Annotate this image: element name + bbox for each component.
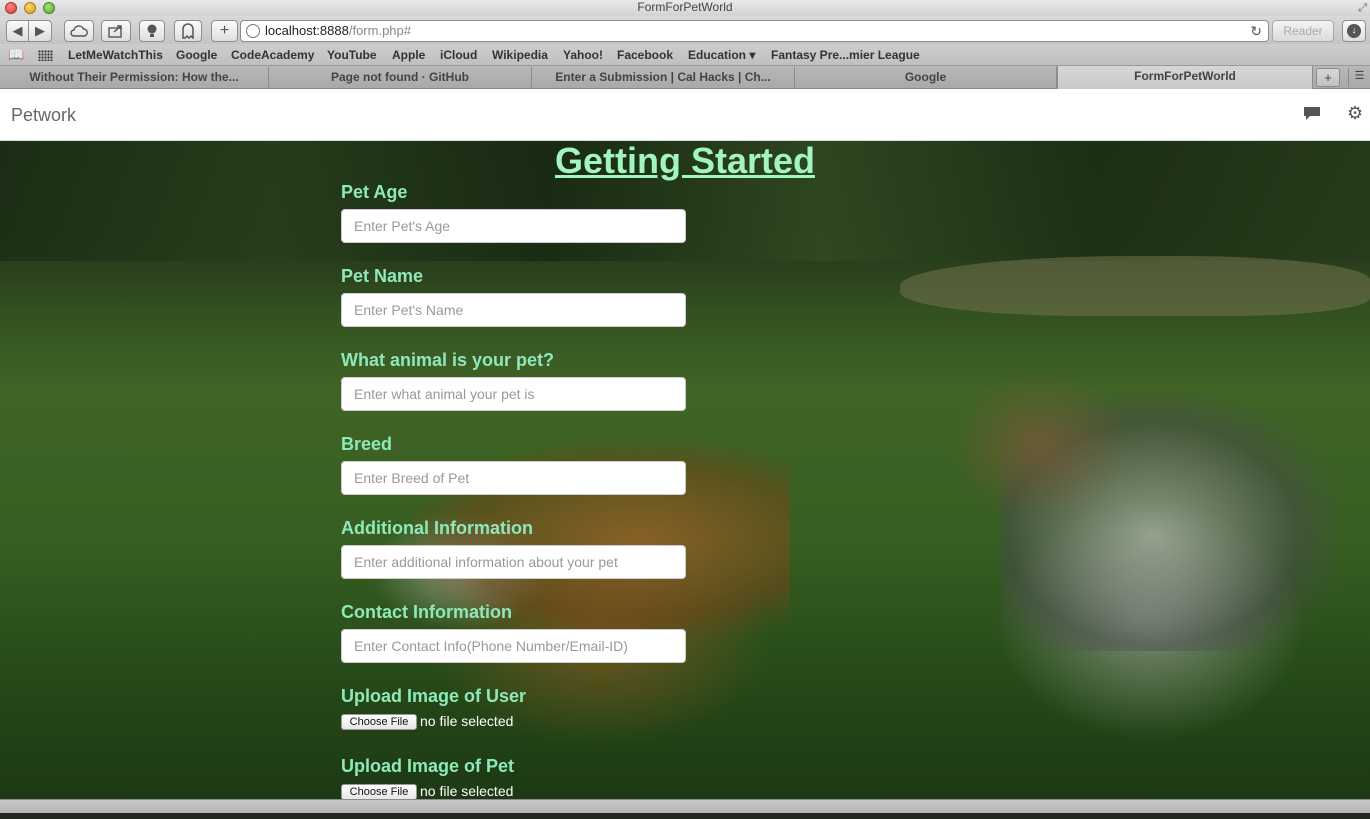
- form-title: Getting Started: [554, 141, 815, 181]
- user-image-status: no file selected: [420, 713, 514, 729]
- brand-logo[interactable]: Petwork: [11, 105, 76, 126]
- window-titlebar: FormForPetWorld ⤢: [0, 0, 1370, 16]
- upload-pet-image-field: Choose File no file selected: [341, 783, 513, 799]
- bookmark-yahoo[interactable]: Yahoo!: [563, 44, 603, 66]
- bookmark-wikipedia[interactable]: Wikipedia: [492, 44, 548, 66]
- contact-info-input[interactable]: [341, 629, 686, 663]
- back-button[interactable]: ◀: [6, 20, 29, 42]
- pet-image-status: no file selected: [420, 783, 514, 799]
- bookmark-codeacademy[interactable]: CodeAcademy: [231, 44, 314, 66]
- tab-cal-hacks[interactable]: Enter a Submission | Cal Hacks | Ch...: [532, 67, 795, 88]
- add-bookmark-button[interactable]: +: [211, 20, 238, 42]
- cloud-icon: [70, 25, 88, 37]
- animal-type-input[interactable]: [341, 377, 686, 411]
- back-icon: ◀: [12, 23, 23, 38]
- ghostery-icon: [182, 23, 194, 39]
- globe-icon: [246, 24, 260, 38]
- contact-info-label: Contact Information: [341, 602, 512, 622]
- bookmark-education-folder[interactable]: Education ▾: [688, 44, 755, 66]
- browser-toolbar: ◀ ▶ + localhost:8888/form.php# ↻ Reader …: [0, 16, 1370, 44]
- tab-github-page-not-found[interactable]: Page not found · GitHub: [269, 67, 532, 88]
- address-bar[interactable]: localhost:8888/form.php# ↻: [240, 20, 1269, 42]
- grid-icon[interactable]: [38, 50, 53, 61]
- downloads-button[interactable]: ↓: [1342, 20, 1366, 42]
- form-hero: Getting Started Pet Age Pet Name What an…: [0, 141, 1370, 799]
- tab-without-their-permission[interactable]: Without Their Permission: How the...: [0, 67, 269, 88]
- close-window-button[interactable]: [5, 2, 17, 14]
- window-title: FormForPetWorld: [637, 0, 733, 14]
- animal-type-label: What animal is your pet?: [341, 350, 555, 370]
- breed-label: Breed: [341, 434, 393, 454]
- bookmark-apple[interactable]: Apple: [392, 44, 425, 66]
- reader-button[interactable]: Reader: [1272, 20, 1334, 42]
- forward-icon: ▶: [35, 23, 45, 38]
- bookmarks-bar: 📖 LetMeWatchThis Google CodeAcademy YouT…: [0, 44, 1370, 66]
- icloud-tabs-button[interactable]: [64, 20, 94, 42]
- pet-name-input[interactable]: [341, 293, 686, 327]
- download-icon: ↓: [1347, 24, 1361, 38]
- pet-age-label: Pet Age: [341, 182, 408, 202]
- minimize-window-button[interactable]: [24, 2, 36, 14]
- bookmark-letmewatchthis[interactable]: LetMeWatchThis: [68, 44, 163, 66]
- chat-icon[interactable]: [1304, 107, 1320, 120]
- tab-bar: Without Their Permission: How the... Pag…: [0, 66, 1370, 89]
- pet-age-input[interactable]: [341, 209, 686, 243]
- tab-google[interactable]: Google: [795, 67, 1057, 88]
- pet-name-label: Pet Name: [341, 266, 424, 286]
- tab-formforpetworld[interactable]: FormForPetWorld: [1057, 66, 1313, 89]
- choose-user-image-button[interactable]: Choose File: [341, 714, 417, 730]
- upload-pet-image-label: Upload Image of Pet: [341, 756, 515, 776]
- bookmark-icloud[interactable]: iCloud: [440, 44, 477, 66]
- upload-user-image-field: Choose File no file selected: [341, 713, 513, 731]
- url-host: localhost:8888: [265, 23, 349, 38]
- site-navbar: Petwork ⚙: [0, 89, 1370, 141]
- extension-bulb-button[interactable]: [139, 20, 165, 42]
- forward-button[interactable]: ▶: [29, 20, 52, 42]
- zoom-window-button[interactable]: [43, 2, 55, 14]
- bookmark-youtube[interactable]: YouTube: [327, 44, 377, 66]
- additional-info-input[interactable]: [341, 545, 686, 579]
- additional-info-label: Additional Information: [341, 518, 533, 538]
- bookmark-facebook[interactable]: Facebook: [617, 44, 673, 66]
- bookmark-fantasy-premier-league[interactable]: Fantasy Pre...mier League: [771, 44, 920, 66]
- reload-icon[interactable]: ↻: [1250, 21, 1262, 41]
- tab-list-button[interactable]: ☰: [1348, 68, 1370, 87]
- lightbulb-icon: [147, 24, 157, 37]
- gear-icon[interactable]: ⚙: [1347, 104, 1363, 122]
- bookmark-google[interactable]: Google: [176, 44, 217, 66]
- breed-input[interactable]: [341, 461, 686, 495]
- url-path: /form.php#: [348, 23, 411, 38]
- share-button[interactable]: [101, 20, 131, 42]
- browser-statusbar: [0, 799, 1370, 813]
- fullscreen-icon[interactable]: ⤢: [1358, 1, 1367, 16]
- upload-user-image-label: Upload Image of User: [341, 686, 527, 706]
- choose-pet-image-button[interactable]: Choose File: [341, 784, 417, 799]
- new-tab-button[interactable]: +: [1316, 68, 1340, 87]
- share-icon: [108, 25, 122, 38]
- book-icon[interactable]: 📖: [8, 44, 24, 66]
- page-bottom-edge: [0, 813, 1370, 819]
- ghostery-button[interactable]: [174, 20, 202, 42]
